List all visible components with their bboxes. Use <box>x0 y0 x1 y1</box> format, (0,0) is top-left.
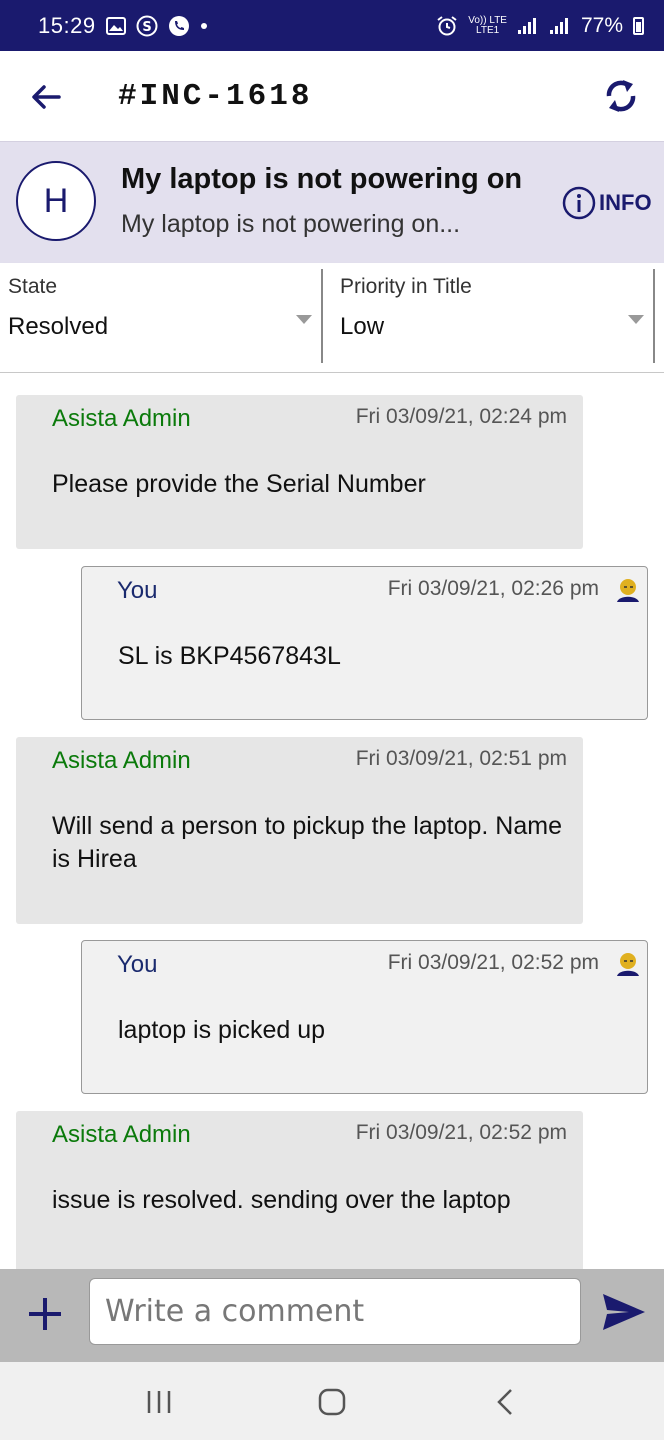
back-button[interactable] <box>28 79 64 115</box>
signal-icon <box>517 17 539 35</box>
network-type-top: Vo)) LTE <box>468 14 507 26</box>
alarm-icon <box>436 15 458 37</box>
comment-time: Fri 03/09/21, 02:26 pm <box>387 577 599 600</box>
ticket-description: My laptop is not powering on... <box>121 210 461 238</box>
network-type: Vo)) LTE LTE1 <box>468 14 507 36</box>
priority-dropdown[interactable]: Priority in Title Low <box>323 269 655 363</box>
refresh-button[interactable] <box>600 71 642 121</box>
battery-percent: 77% <box>580 13 623 37</box>
battery-icon <box>633 16 644 35</box>
comment-time: Fri 03/09/21, 02:52 pm <box>387 951 599 974</box>
comment-text: Please provide the Serial Number <box>52 470 426 498</box>
arrow-left-icon <box>32 85 61 109</box>
send-icon <box>603 1294 645 1330</box>
app-bar: #INC-1618 <box>0 51 664 141</box>
comment-admin: Asista Admin Fri 03/09/21, 02:52 pm issu… <box>16 1111 583 1269</box>
comment-author: You <box>117 577 158 604</box>
skype-icon: S <box>136 15 158 37</box>
comment-text: Will send a person to pickup the laptop.… <box>52 812 562 873</box>
recent-apps-icon <box>147 1391 171 1413</box>
requester-avatar: H <box>16 161 96 241</box>
user-avatar-icon <box>617 953 639 976</box>
home-button[interactable] <box>312 1382 352 1422</box>
info-label: INFO <box>599 190 652 215</box>
state-label: State <box>8 275 58 298</box>
ticket-header: H My laptop is not powering on My laptop… <box>0 141 664 263</box>
comment-time: Fri 03/09/21, 02:52 pm <box>355 1121 567 1144</box>
user-avatar-icon <box>617 579 639 602</box>
gallery-icon <box>105 16 126 35</box>
comment-composer <box>0 1269 664 1362</box>
comment-text: issue is resolved. sending over the lapt… <box>52 1186 511 1214</box>
phone-call-icon <box>168 15 190 37</box>
comment-admin: Asista Admin Fri 03/09/21, 02:51 pm Will… <box>16 737 583 924</box>
comment-admin: Asista Admin Fri 03/09/21, 02:24 pm Plea… <box>16 395 583 549</box>
comment-author: Asista Admin <box>52 405 191 432</box>
signal-icon-2 <box>549 17 571 35</box>
system-back-button[interactable] <box>485 1382 525 1422</box>
comment-author: Asista Admin <box>52 747 191 774</box>
comment-you: You Fri 03/09/21, 02:26 pm SL is BKP4567… <box>81 566 648 720</box>
recent-apps-button[interactable] <box>139 1382 179 1422</box>
comment-author: Asista Admin <box>52 1121 191 1148</box>
comment-author: You <box>117 951 158 978</box>
comment-text: SL is BKP4567843L <box>118 642 341 670</box>
comment-time: Fri 03/09/21, 02:24 pm <box>355 405 567 428</box>
dropdown-arrow-icon <box>296 315 312 324</box>
plus-icon <box>29 1298 61 1330</box>
dropdown-arrow-icon <box>628 315 644 324</box>
comment-thread[interactable]: Asista Admin Fri 03/09/21, 02:24 pm Plea… <box>0 373 664 1269</box>
svg-text:S: S <box>142 20 151 35</box>
ticket-id: #INC-1618 <box>118 79 313 114</box>
notification-dot-icon <box>200 22 208 30</box>
chevron-left-icon <box>497 1389 512 1415</box>
status-bar-left: 15:29 S <box>38 13 208 39</box>
info-button[interactable]: INFO <box>562 186 652 220</box>
status-time: 15:29 <box>38 12 96 38</box>
home-icon <box>318 1388 346 1416</box>
priority-label: Priority in Title <box>340 275 472 298</box>
status-bar: 15:29 S Vo)) LTE LTE1 77% <box>0 0 664 51</box>
info-circle-icon <box>562 186 596 220</box>
comment-time: Fri 03/09/21, 02:51 pm <box>355 747 567 770</box>
network-type-bottom: LTE1 <box>476 24 500 36</box>
comment-input[interactable] <box>89 1278 581 1345</box>
ticket-title: My laptop is not powering on <box>121 163 523 195</box>
ticket-fields: State Resolved Priority in Title Low <box>0 263 664 373</box>
system-nav-bar <box>0 1362 664 1440</box>
state-value: Resolved <box>8 313 109 340</box>
status-bar-right: Vo)) LTE LTE1 77% <box>436 14 644 38</box>
add-attachment-button[interactable] <box>24 1293 66 1335</box>
priority-value: Low <box>340 313 385 340</box>
comment-you: You Fri 03/09/21, 02:52 pm laptop is pic… <box>81 940 648 1094</box>
state-dropdown[interactable]: State Resolved <box>0 269 323 363</box>
comment-text: laptop is picked up <box>118 1016 326 1044</box>
refresh-icon <box>606 80 636 112</box>
send-button[interactable] <box>601 1291 647 1333</box>
